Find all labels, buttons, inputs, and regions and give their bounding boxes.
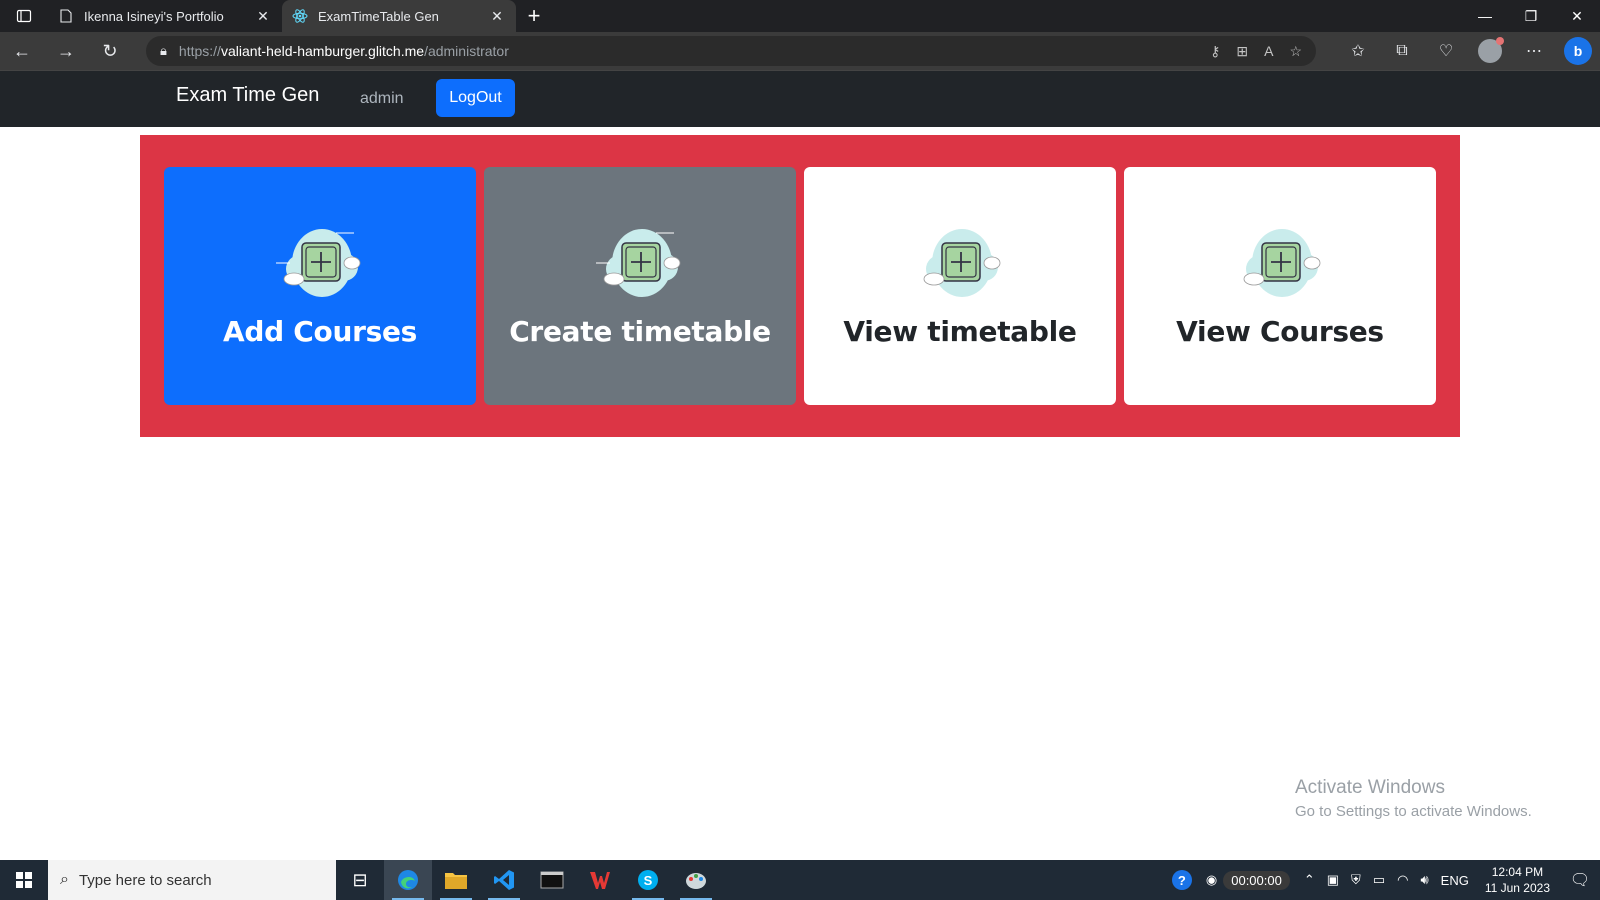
help-icon[interactable]: ? bbox=[1171, 870, 1192, 890]
favorite-star-icon[interactable]: ☆ bbox=[1289, 43, 1302, 60]
add-cloud-icon bbox=[276, 229, 361, 297]
card-label: Add Courses bbox=[222, 315, 418, 348]
watermark-title: Activate Windows bbox=[1295, 777, 1445, 798]
volume-icon[interactable]: 🔊︎ bbox=[1414, 872, 1434, 888]
profile-avatar-icon[interactable] bbox=[1468, 37, 1512, 63]
key-icon[interactable]: ⚷ bbox=[1210, 43, 1220, 60]
add-courses-card[interactable]: Add Courses bbox=[164, 167, 476, 405]
add-cloud-icon bbox=[596, 229, 681, 297]
tab-title: Ikenna Isineyi's Portfolio bbox=[84, 8, 224, 24]
url-field[interactable]: 🔒︎ https://valiant-held-hamburger.glitch… bbox=[146, 36, 1316, 66]
view-timetable-card[interactable]: View timetable bbox=[804, 167, 1116, 405]
add-cloud-icon bbox=[923, 229, 1001, 297]
clock[interactable]: 12:04 PM 11 Jun 2023 bbox=[1475, 864, 1560, 896]
clock-date: 11 Jun 2023 bbox=[1484, 881, 1550, 895]
close-window-icon[interactable]: ✕ bbox=[1554, 0, 1600, 32]
card-label: Create timetable bbox=[509, 315, 771, 348]
collections-icon[interactable]: ⧉ bbox=[1380, 42, 1424, 60]
read-aloud-icon[interactable]: A bbox=[1264, 43, 1273, 60]
wifi-icon[interactable]: ◠ bbox=[1391, 872, 1414, 888]
add-cloud-icon bbox=[1243, 229, 1321, 297]
activation-watermark: Activate Windows Go to Settings to activ… bbox=[1295, 777, 1532, 820]
search-icon: ⌕ bbox=[60, 871, 69, 888]
create-timetable-card[interactable]: Create timetable bbox=[484, 167, 796, 405]
edge-app-icon[interactable] bbox=[384, 860, 432, 900]
address-bar: ← → ↻ 🔒︎ https://valiant-held-hamburger.… bbox=[0, 32, 1600, 70]
admin-link[interactable]: admin bbox=[360, 90, 404, 108]
notification-icon[interactable]: 🗨︎ bbox=[1560, 870, 1600, 890]
toolbar-right: ✩ ⧉ ♡ ⋯ b bbox=[1336, 32, 1600, 70]
vscode-icon[interactable] bbox=[480, 860, 528, 900]
view-courses-card[interactable]: View Courses bbox=[1124, 167, 1436, 405]
minimize-icon[interactable]: — bbox=[1462, 0, 1508, 32]
svg-text:S: S bbox=[644, 873, 653, 888]
recorder-icon[interactable]: ◉ bbox=[1200, 872, 1223, 888]
meet-icon[interactable]: ▣ bbox=[1321, 872, 1345, 888]
taskbar-search-input[interactable]: ⌕ Type here to search bbox=[48, 860, 336, 900]
wps-office-icon[interactable] bbox=[576, 860, 624, 900]
apps-icon[interactable]: ⊞ bbox=[1236, 43, 1248, 60]
chevron-up-icon[interactable]: ⌃ bbox=[1298, 872, 1321, 888]
start-button[interactable] bbox=[0, 860, 48, 900]
tab-portfolio[interactable]: Ikenna Isineyi's Portfolio ✕ bbox=[48, 0, 282, 32]
terminal-icon[interactable] bbox=[528, 860, 576, 900]
tab-close-icon[interactable]: ✕ bbox=[254, 8, 272, 25]
tab-close-icon[interactable]: ✕ bbox=[488, 8, 506, 25]
refresh-icon[interactable]: ↻ bbox=[88, 32, 132, 70]
tab-title: ExamTimeTable Gen bbox=[318, 8, 439, 24]
watermark-subtitle: Go to Settings to activate Windows. bbox=[1295, 803, 1532, 820]
battery-icon[interactable]: ▭ bbox=[1367, 872, 1391, 888]
new-tab-icon[interactable]: + bbox=[516, 0, 552, 32]
taskbar: ⌕ Type here to search ⊟ S ? ◉ 00:00:00 ⌃… bbox=[0, 860, 1600, 900]
logout-button[interactable]: LogOut bbox=[436, 79, 515, 117]
react-icon bbox=[292, 8, 308, 24]
back-icon[interactable]: ← bbox=[0, 32, 44, 70]
timer-display[interactable]: 00:00:00 bbox=[1223, 870, 1290, 890]
more-menu-icon[interactable]: ⋯ bbox=[1512, 41, 1556, 61]
security-icon[interactable]: ⛨ bbox=[1345, 872, 1367, 888]
omnibox-icons: ⚷ ⊞ A ☆ bbox=[1210, 43, 1316, 60]
lock-icon[interactable]: 🔒︎ bbox=[160, 43, 167, 59]
system-tray: ? ◉ 00:00:00 ⌃ ▣ ⛨ ▭ ◠ 🔊︎ ENG 12:04 PM 1… bbox=[1171, 860, 1600, 900]
paint-icon[interactable] bbox=[672, 860, 720, 900]
task-view-icon[interactable]: ⊟ bbox=[336, 860, 384, 900]
skype-icon[interactable]: S bbox=[624, 860, 672, 900]
clock-time: 12:04 PM bbox=[1491, 865, 1544, 879]
app-navbar: Exam Time Gen admin LogOut bbox=[0, 70, 1600, 127]
forward-icon[interactable]: → bbox=[44, 32, 88, 70]
window-controls: — ❐ ✕ bbox=[1462, 0, 1600, 32]
card-label: View timetable bbox=[843, 315, 1077, 348]
tab-examtimetable[interactable]: ExamTimeTable Gen ✕ bbox=[282, 0, 516, 32]
restore-icon[interactable]: ❐ bbox=[1508, 0, 1554, 32]
brand-title[interactable]: Exam Time Gen bbox=[176, 84, 319, 107]
card-label: View Courses bbox=[1176, 315, 1384, 348]
performance-icon[interactable]: ♡ bbox=[1424, 41, 1468, 61]
tab-actions-icon[interactable] bbox=[0, 0, 48, 32]
dashboard-panel: Add Courses Create timetable View timeta… bbox=[140, 135, 1460, 437]
favorites-icon[interactable]: ✩ bbox=[1336, 41, 1380, 61]
search-placeholder: Type here to search bbox=[78, 871, 212, 889]
file-explorer-icon[interactable] bbox=[432, 860, 480, 900]
bing-icon[interactable]: b bbox=[1556, 37, 1600, 65]
windows-logo-icon bbox=[16, 872, 32, 888]
language-indicator[interactable]: ENG bbox=[1435, 873, 1475, 888]
page-icon bbox=[58, 8, 74, 24]
url-text: https://valiant-held-hamburger.glitch.me… bbox=[178, 43, 509, 59]
browser-tab-strip: Ikenna Isineyi's Portfolio ✕ ExamTimeTab… bbox=[0, 0, 1600, 32]
